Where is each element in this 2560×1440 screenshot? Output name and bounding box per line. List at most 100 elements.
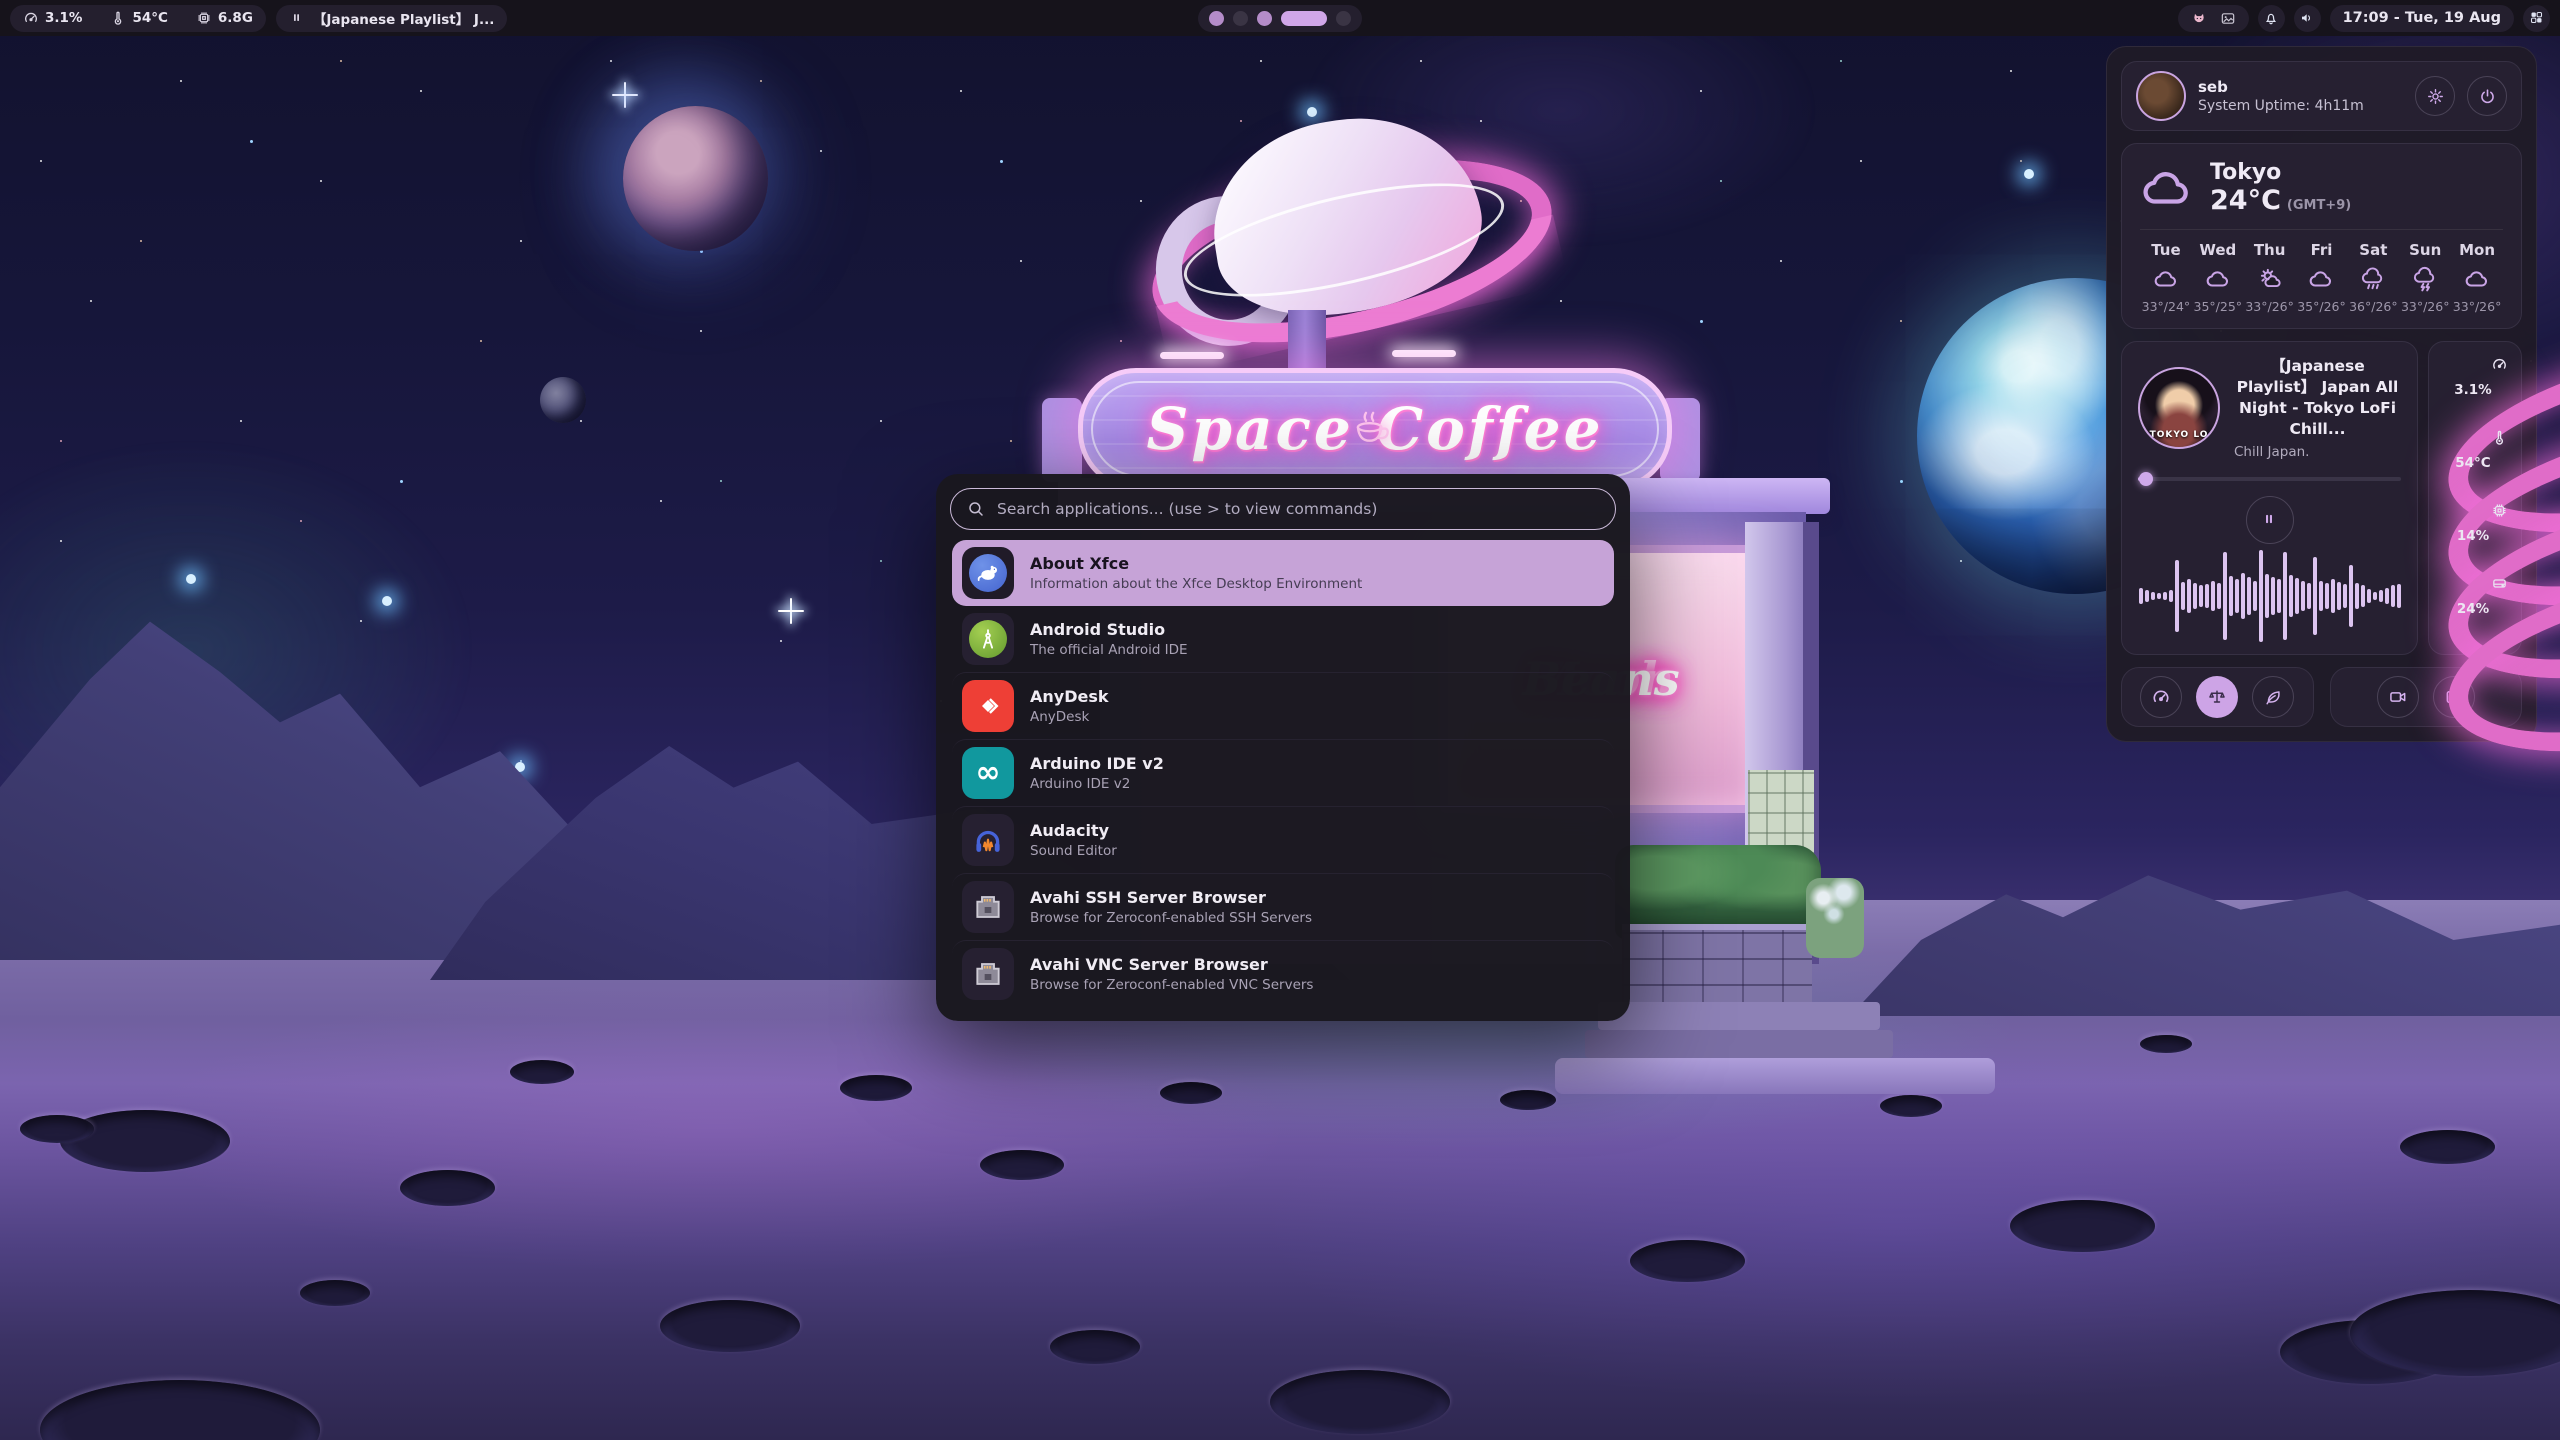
notifications-button[interactable] [2258,5,2285,32]
app-name: Audacity [1030,821,1117,840]
powersave-mode-button[interactable] [2252,676,2294,718]
disk-gauge: 24% [2444,577,2506,639]
thermometer-icon [2491,429,2508,446]
sun-cloud-icon [2257,266,2283,292]
app-list: About Xfce Information about the Xfce Des… [952,540,1614,1007]
app-row-avahi-ssh[interactable]: Avahi SSH Server Browser Browse for Zeroc… [952,873,1614,940]
app-desc: Arduino IDE v2 [1030,776,1164,792]
cloud-icon [2153,266,2179,292]
app-row-anydesk[interactable]: AnyDesk AnyDesk [952,672,1614,739]
cpu-temp-gauge: 54°C [2444,431,2506,493]
music-player-card: TOKYO LO 【Japanese Playlist】 Japan All N… [2121,341,2418,655]
gear-icon [2426,87,2445,106]
system-stats-pill[interactable]: 3.1% 54°C 6.8G [10,5,266,32]
screen-record-button[interactable] [2377,676,2419,718]
bright-star [186,574,196,584]
settings-button[interactable] [2415,76,2455,116]
app-row-about-xfce[interactable]: About Xfce Information about the Xfce Des… [952,540,1614,606]
progress-bar[interactable] [2138,472,2401,486]
workspace-dot[interactable] [1336,11,1351,26]
app-name: Avahi VNC Server Browser [1030,955,1313,974]
app-row-audacity[interactable]: Audacity Sound Editor [952,806,1614,873]
gauge-icon [2151,687,2171,707]
app-grid-button[interactable] [2523,5,2550,32]
weather-city: Tokyo [2210,160,2351,185]
widget-panel: seb System Uptime: 4h11m Tokyo 24°C(GMT+… [2106,46,2537,742]
rain-icon [2360,266,2386,292]
weather-timezone: (GMT+9) [2287,198,2351,213]
forecast-day: Fri35°/26° [2296,241,2348,314]
scales-icon [2207,687,2227,707]
coffee-cup-icon [1348,402,1402,456]
app-row-avahi-vnc[interactable]: Avahi VNC Server BrowserBrowse for Zeroc… [952,940,1614,1007]
cloud-icon [2464,266,2490,292]
app-desc: Information about the Xfce Desktop Envir… [1030,576,1362,592]
disk-icon [2491,575,2508,592]
bright-star [2024,169,2034,179]
desktop: Space Coffee Fresh Moon Beans [0,0,2560,1440]
pause-button[interactable] [2246,496,2294,544]
grid-icon [2529,10,2545,26]
cpu-temp-stat: 54°C [110,10,167,26]
progress-knob[interactable] [2139,472,2153,486]
now-playing-label: 【Japanese Playlist】 J... [313,8,494,28]
small-moon [540,377,586,423]
storm-icon [2412,266,2438,292]
app-name: Avahi SSH Server Browser [1030,888,1312,907]
memory-gauge: 14% [2444,504,2506,566]
chip-icon [2491,502,2508,519]
clock-text: 17:09 - Tue, 19 Aug [2343,10,2501,26]
thermometer-icon [110,10,126,26]
arduino-icon: ∞ [962,747,1014,799]
gauge-icon [23,10,39,26]
power-button[interactable] [2467,76,2507,116]
workspace-dot[interactable] [1281,11,1327,26]
gauge-icon [2491,356,2508,373]
workspace-indicator[interactable] [1198,5,1362,32]
clock[interactable]: 17:09 - Tue, 19 Aug [2330,5,2514,32]
wallpaper-icon[interactable] [2220,10,2236,26]
app-row-arduino-ide[interactable]: ∞ Arduino IDE v2 Arduino IDE v2 [952,739,1614,806]
saturn-cup [1150,112,1554,352]
app-desc: Browse for Zeroconf-enabled SSH Servers [1030,910,1312,926]
app-name: AnyDesk [1030,687,1109,706]
audio-visualizer [2138,548,2401,644]
bright-star [382,596,392,606]
balanced-mode-button[interactable] [2196,676,2238,718]
app-launcher: About Xfce Information about the Xfce Des… [936,474,1630,1021]
app-name: About Xfce [1030,554,1362,573]
android-studio-icon [962,613,1014,665]
cpu-usage-stat: 3.1% [23,10,82,26]
forecast-day: Wed35°/25° [2192,241,2244,314]
app-row-android-studio[interactable]: Android StudioThe official Android IDE [952,606,1614,672]
weather-card: Tokyo 24°C(GMT+9) Tue33°/24° Wed35°/25° … [2121,143,2522,329]
workspace-dot[interactable] [1257,11,1272,26]
workspace-dot[interactable] [1233,11,1248,26]
power-profile-pill [2121,667,2314,727]
top-bar: 3.1% 54°C 6.8G 【Japanese Playlist】 J... [0,0,2560,36]
track-title: 【Japanese Playlist】 Japan All Night - To… [2234,356,2401,440]
workspace-dot[interactable] [1209,11,1224,26]
app-desc: Sound Editor [1030,843,1117,859]
cpu-usage-gauge: 3.1% [2444,358,2506,420]
cloud-icon [2205,266,2231,292]
cloud-icon [2140,161,2194,215]
app-name: Arduino IDE v2 [1030,754,1164,773]
search-bar[interactable] [950,488,1616,530]
weather-forecast: Tue33°/24° Wed35°/25° Thu33°/26° Fri35°/… [2140,241,2503,314]
volume-button[interactable] [2294,5,2321,32]
xfce-logo-icon [962,547,1014,599]
tray-pill [2178,5,2249,32]
audacity-icon [962,814,1014,866]
performance-mode-button[interactable] [2140,676,2182,718]
leaf-icon [2263,687,2283,707]
pet-icon[interactable] [2191,10,2207,26]
user-card: seb System Uptime: 4h11m [2121,61,2522,131]
now-playing-pill[interactable]: 【Japanese Playlist】 J... [276,5,507,32]
search-input[interactable] [995,499,1599,519]
uptime-text: System Uptime: 4h11m [2198,98,2403,114]
forecast-day: Sat36°/26° [2347,241,2399,314]
app-desc: AnyDesk [1030,709,1109,725]
system-gauges-card: 3.1% 54°C 14% 24% [2428,341,2522,655]
forecast-day: Sun33°/26° [2399,241,2451,314]
